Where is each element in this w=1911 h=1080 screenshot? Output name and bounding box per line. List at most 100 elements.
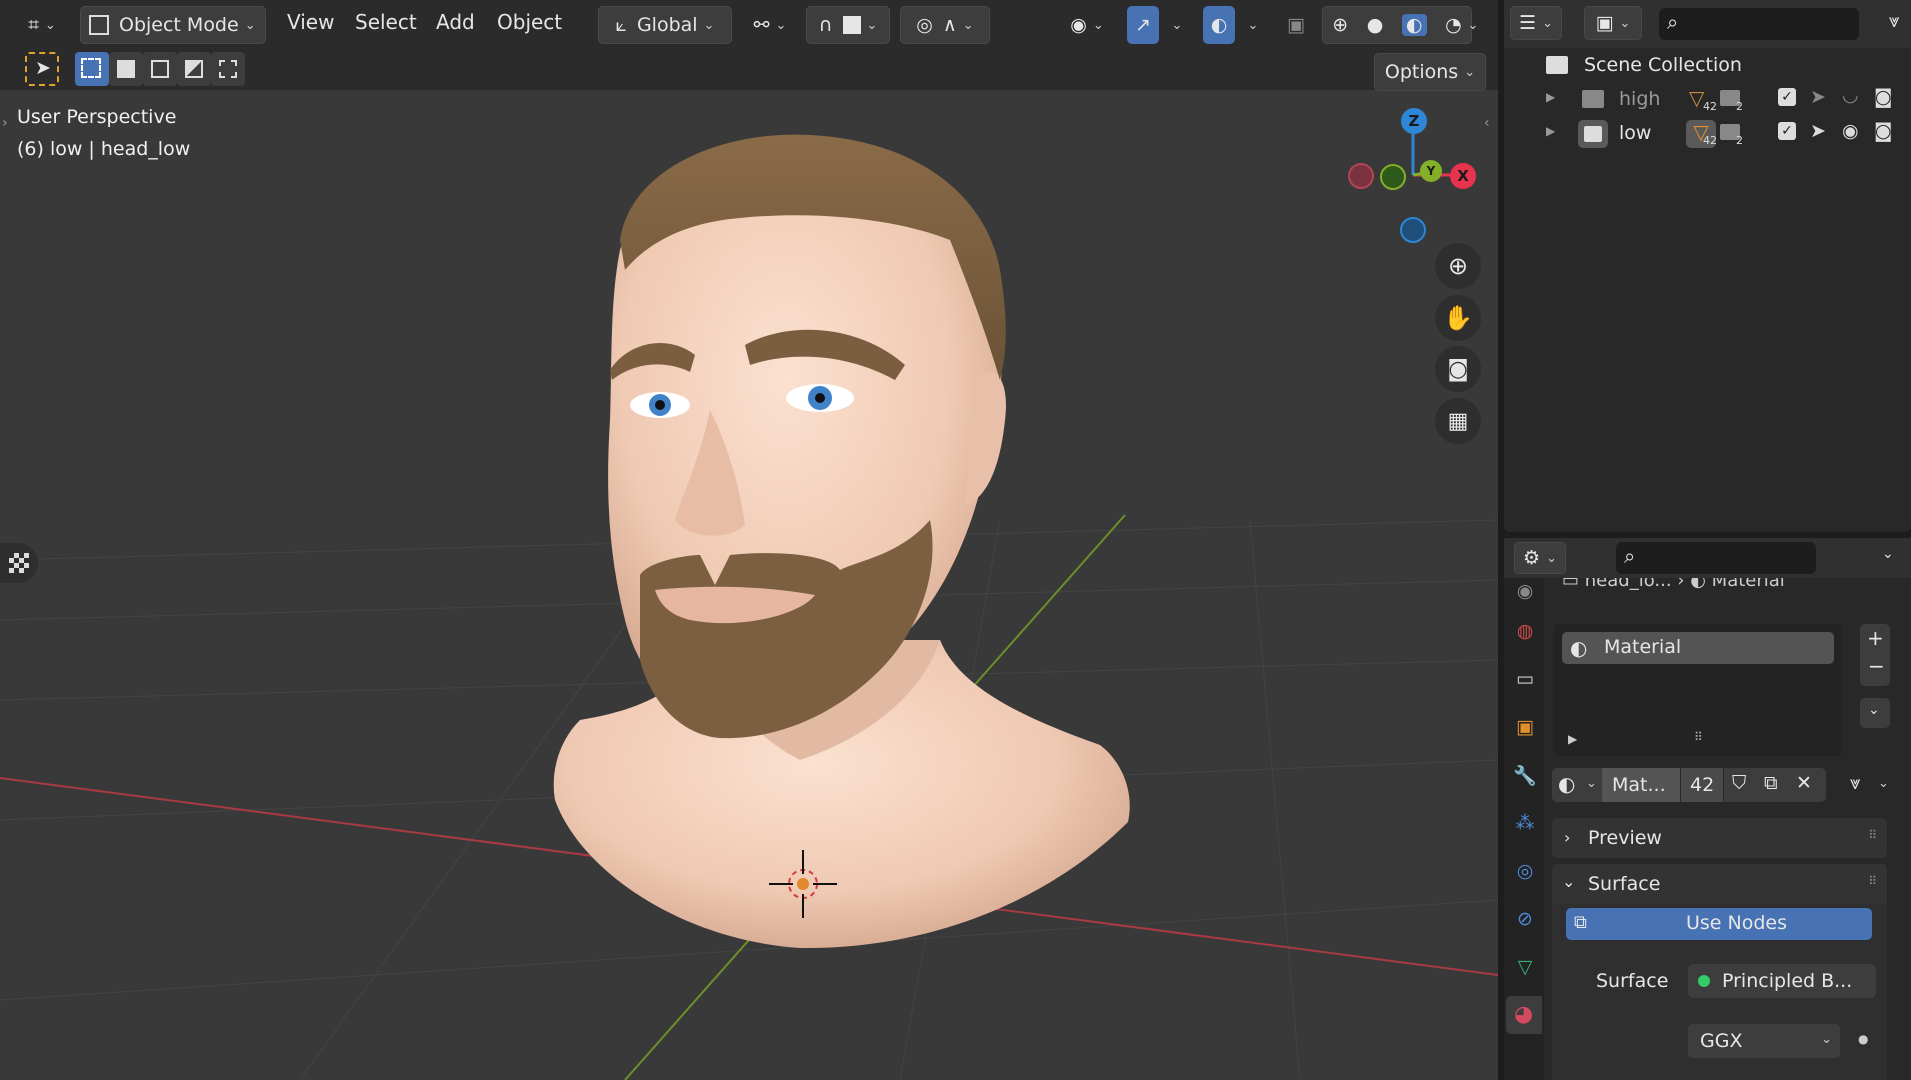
tab-scene[interactable]: ◉ — [1512, 578, 1538, 604]
chevron-down-icon[interactable]: ⌄ — [1882, 546, 1894, 562]
filter-icon[interactable]: ⩔ — [1889, 10, 1900, 32]
grid-perspective-icon: ▦ — [1447, 408, 1469, 434]
gizmo-x-axis[interactable]: X — [1450, 163, 1476, 189]
render-camera-icon[interactable]: ◙ — [1874, 86, 1892, 108]
pivot-point-button[interactable]: ⚯ ⌄ — [747, 6, 793, 44]
select-new-button[interactable] — [75, 52, 109, 86]
zoom-button[interactable]: ⊕ — [1435, 243, 1481, 289]
select-invert-button[interactable] — [177, 52, 211, 86]
select-subtract-button[interactable] — [143, 52, 177, 86]
display-mode-button[interactable]: ▣ ⌄ — [1584, 6, 1642, 40]
options-dropdown[interactable]: Options ⌄ — [1374, 53, 1486, 91]
properties-editor[interactable]: ⚙ ⌄ ⌕ ⌄ ▭ head_lo... › ◐ Material ◉ ◍ ▭ ▣… — [1504, 538, 1911, 1080]
resize-handle-icon[interactable]: ⠿ — [1694, 730, 1703, 744]
transform-orientation-dropdown[interactable]: ⟀ Global ⌄ — [598, 6, 732, 44]
gizmo-toggle[interactable]: ↗ — [1127, 6, 1159, 44]
pan-button[interactable]: ✋ — [1435, 295, 1481, 341]
properties-editor-type-button[interactable]: ⚙ ⌄ — [1514, 542, 1566, 574]
checker-icon — [9, 553, 29, 573]
keyframe-dot-icon[interactable]: ● — [1858, 1032, 1868, 1046]
material-preview-icon[interactable]: ◐ — [1401, 14, 1427, 36]
tweak-tool-button[interactable]: ➤ — [25, 52, 59, 86]
distribution-dropdown[interactable]: GGX ⌄ — [1688, 1024, 1840, 1058]
editor-type-button[interactable]: ⌗ ⌄ — [18, 6, 66, 44]
play-arrow-icon[interactable]: ▶ — [1568, 732, 1577, 746]
perspective-toggle-button[interactable]: ▦ — [1435, 398, 1481, 444]
selectable-arrow-icon[interactable]: ➤ — [1810, 120, 1826, 142]
outliner[interactable]: ☰ ⌄ ▣ ⌄ ⌕ ⩔ Scene Collection ▶ high ▽ 42 2… — [1504, 0, 1911, 532]
overlays-dropdown[interactable]: ⌄ — [1236, 6, 1264, 44]
menu-object[interactable]: Object — [497, 10, 562, 34]
camera-view-button[interactable]: ◙ — [1435, 346, 1481, 392]
add-slot-icon[interactable]: + — [1867, 626, 1884, 650]
gizmo-dropdown[interactable]: ⌄ — [1160, 6, 1188, 44]
use-nodes-button[interactable]: ⧉ Use Nodes — [1566, 908, 1872, 940]
tab-material[interactable]: ◕ — [1506, 996, 1542, 1034]
outliner-row-low[interactable]: ▶ low ▽ 42 2 ✓ ➤ ◉ ◙ — [1504, 118, 1911, 152]
expand-arrow-icon[interactable]: ▶ — [1546, 124, 1555, 138]
mode-dropdown[interactable]: Object Mode ⌄ — [80, 6, 266, 44]
solid-shading-icon[interactable]: ● — [1367, 14, 1384, 36]
gizmo-y-label: Y — [1426, 164, 1436, 178]
material-name-field[interactable]: Mat... — [1602, 768, 1680, 802]
tab-world[interactable]: ◍ — [1512, 618, 1538, 644]
outliner-row-high[interactable]: ▶ high ▽ 42 2 ✓ ➤ ◡ ◙ — [1504, 84, 1911, 118]
menu-select[interactable]: Select — [355, 10, 417, 34]
select-extend-button[interactable] — [109, 52, 143, 86]
toolbar-expand-arrow-icon[interactable]: › — [2, 115, 8, 131]
gizmo-z-axis[interactable]: Z — [1401, 108, 1427, 134]
gizmo-y-axis[interactable]: Y — [1420, 160, 1442, 182]
surface-shader-field[interactable]: Principled B... — [1688, 964, 1876, 998]
outliner-editor-type-button[interactable]: ☰ ⌄ — [1510, 6, 1562, 40]
select-intersect-button[interactable] — [211, 52, 245, 86]
visibility-button[interactable]: ◉ ⌄ — [1062, 6, 1112, 44]
tab-particles[interactable]: ⁂ — [1512, 810, 1538, 836]
exclude-checkbox-icon[interactable]: ✓ — [1778, 88, 1796, 106]
head-model[interactable] — [553, 134, 1130, 949]
3d-viewport[interactable]: ⌗ ⌄ Object Mode ⌄ View Select Add Object … — [0, 0, 1498, 1080]
exclude-checkbox-icon[interactable]: ✓ — [1778, 122, 1796, 140]
properties-search-input[interactable]: ⌕ — [1616, 542, 1816, 574]
unlink-close-icon[interactable]: ✕ — [1796, 772, 1812, 794]
outliner-row-scene-collection[interactable]: Scene Collection — [1504, 50, 1911, 84]
overlays-toggle[interactable]: ◐ — [1203, 6, 1235, 44]
menu-add[interactable]: Add — [436, 10, 475, 34]
fake-user-shield-icon[interactable]: ⛉ — [1732, 772, 1746, 794]
tab-modifiers[interactable]: 🔧 — [1512, 762, 1538, 788]
gizmo-neg-y-axis[interactable] — [1380, 164, 1406, 190]
remove-slot-icon[interactable]: − — [1868, 654, 1885, 678]
material-users-count[interactable]: 42 — [1681, 768, 1723, 802]
xray-toggle[interactable]: ▣ — [1280, 6, 1312, 44]
duplicate-material-icon[interactable]: ⧉ — [1764, 772, 1778, 794]
material-slots-list[interactable]: ◐ Material ▶ ⠿ — [1554, 624, 1842, 756]
hidden-eye-icon[interactable]: ◡ — [1842, 84, 1859, 106]
viewport-scene[interactable] — [0, 0, 1498, 1080]
snap-toggle[interactable]: ∩ ⌄ — [806, 6, 890, 44]
drag-handle-icon[interactable]: ⠿ — [1868, 828, 1877, 842]
proportional-editing-toggle[interactable]: ◎ ∧ ⌄ — [900, 6, 990, 44]
tab-mesh-data[interactable]: ▽ — [1512, 954, 1538, 980]
gizmo-neg-z-axis[interactable] — [1400, 217, 1426, 243]
menu-view[interactable]: View — [287, 10, 334, 34]
selectable-arrow-icon[interactable]: ➤ — [1810, 86, 1826, 108]
wireframe-shading-icon[interactable]: ⊕ — [1332, 14, 1348, 36]
browse-material-button[interactable]: ◐ ⌄ — [1552, 768, 1602, 802]
render-camera-icon[interactable]: ◙ — [1874, 120, 1892, 142]
expand-arrow-icon[interactable]: ▶ — [1546, 90, 1555, 104]
surface-panel-header[interactable]: ⌄ Surface ⠿ — [1552, 864, 1887, 904]
tab-constraints[interactable]: ⊘ — [1512, 906, 1538, 932]
gizmo-neg-x-axis[interactable] — [1348, 163, 1374, 189]
tab-physics[interactable]: ◎ — [1512, 858, 1538, 884]
3d-view-icon: ⌗ — [28, 14, 39, 36]
slot-menu-button[interactable]: ⌄ — [1860, 698, 1890, 728]
gizmo-x-label: X — [1457, 167, 1469, 185]
visible-eye-icon[interactable]: ◉ — [1842, 120, 1859, 142]
preview-panel-header[interactable]: › Preview ⠿ — [1552, 818, 1887, 858]
link-mode-button[interactable]: ⩔ ⌄ — [1844, 768, 1894, 802]
tab-collection[interactable]: ▭ — [1512, 666, 1538, 692]
outliner-search-input[interactable]: ⌕ — [1659, 8, 1859, 40]
shading-dropdown[interactable]: ⌄ — [1455, 6, 1485, 44]
tab-object[interactable]: ▣ — [1512, 714, 1538, 740]
drag-handle-icon[interactable]: ⠿ — [1868, 874, 1877, 888]
material-slot-item[interactable]: ◐ Material — [1562, 632, 1834, 664]
